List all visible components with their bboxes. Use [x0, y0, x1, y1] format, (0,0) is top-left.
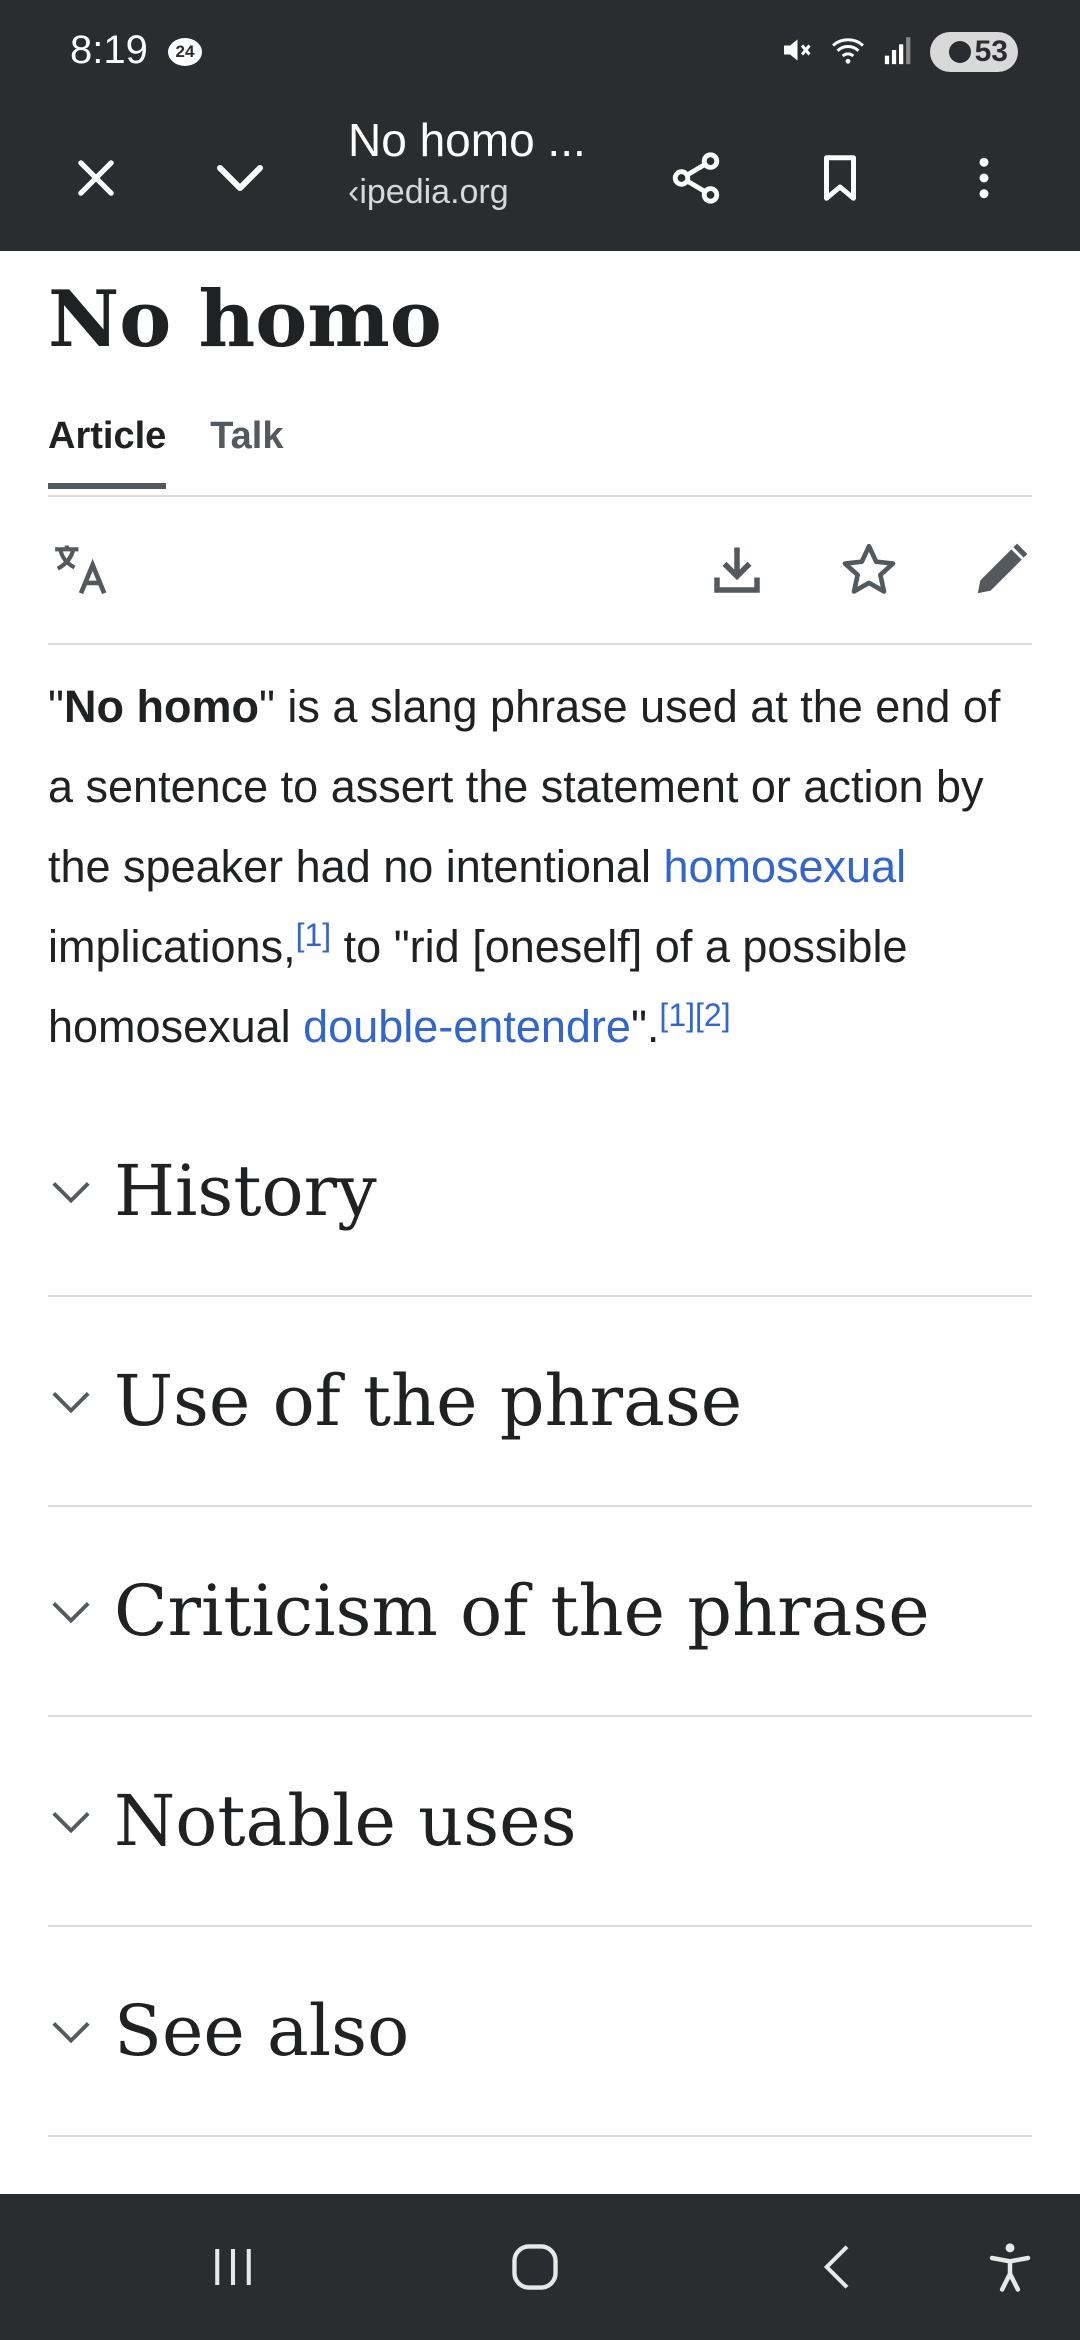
lead-text: ". [630, 1000, 660, 1052]
recent-apps-icon [215, 2249, 251, 2285]
link-double-entendre[interactable]: double-entendre [303, 1001, 631, 1052]
lead-text: " [48, 680, 64, 732]
tab-article[interactable]: Article [48, 405, 167, 489]
chevron-down-icon [48, 1788, 114, 1854]
page-tab-title: No homo ... [348, 114, 586, 166]
chevron-down-icon [48, 1578, 114, 1644]
status-bar: 8:19 24 53 [0, 0, 1080, 105]
lead-bold-term: No homo [63, 680, 259, 732]
back-button[interactable] [798, 2227, 878, 2307]
bookmark-icon [824, 155, 856, 201]
lead-text: implications, [48, 920, 296, 972]
toolbar-title-area[interactable]: No homo ... ‹ipedia.org [348, 113, 608, 212]
recent-apps-button[interactable] [193, 2227, 273, 2307]
more-options-button[interactable] [934, 128, 1034, 228]
section-heading: History [114, 1149, 377, 1232]
chevron-down-icon [217, 165, 263, 191]
battery-indicator: 53 [930, 32, 1018, 72]
system-nav-bar [0, 2194, 1080, 2340]
chevron-down-icon [48, 1998, 114, 2064]
more-vert-icon [979, 157, 989, 199]
edit-pencil-icon [977, 543, 1028, 593]
back-chevron-icon [823, 2245, 849, 2289]
article-tabs: Article Talk [48, 405, 1032, 497]
signal-icon [882, 33, 916, 72]
watch-button[interactable] [836, 537, 902, 603]
accessibility-icon [989, 2243, 1031, 2292]
bookmark-button[interactable] [790, 128, 890, 228]
section-notable-uses[interactable]: Notable uses [48, 1717, 1032, 1927]
download-icon [714, 547, 760, 593]
language-button[interactable] [48, 537, 114, 603]
star-icon [842, 543, 896, 594]
battery-level: 53 [974, 35, 1008, 68]
section-heading: Criticism of the phrase [114, 1569, 930, 1652]
section-use-of-phrase[interactable]: Use of the phrase [48, 1297, 1032, 1507]
lead-paragraph: "No homo" is a slang phrase used at the … [48, 667, 1032, 1067]
section-heading: Notable uses [114, 1779, 577, 1862]
article-content: No homo Article Talk "No homo" is a slan… [48, 251, 1032, 2137]
link-homosexual[interactable]: homosexual [663, 841, 906, 892]
home-button[interactable] [495, 2227, 575, 2307]
share-icon [672, 152, 720, 204]
reference-2[interactable]: [2] [695, 997, 731, 1033]
section-heading: See also [114, 1989, 410, 2072]
section-see-also[interactable]: See also [48, 1927, 1032, 2137]
minimize-button[interactable] [190, 128, 290, 228]
chevron-down-icon [48, 1158, 114, 1224]
section-list: History Use of the phrase Criticism of t… [48, 1087, 1032, 2137]
home-icon [512, 2244, 558, 2290]
chevron-down-icon [48, 1368, 114, 1434]
share-button[interactable] [646, 128, 746, 228]
reference-1[interactable]: [1] [296, 917, 332, 953]
accessibility-button[interactable] [970, 2227, 1050, 2307]
battery-saver-icon [948, 41, 971, 63]
close-button[interactable] [46, 128, 146, 228]
notification-badge-icon: 24 [168, 38, 202, 66]
page-actions [48, 497, 1032, 645]
wifi-icon [828, 32, 868, 73]
reference-1b[interactable]: [1] [659, 997, 695, 1033]
edit-button[interactable] [968, 537, 1034, 603]
status-time: 8:19 [70, 28, 148, 72]
tab-talk[interactable]: Talk [210, 405, 283, 483]
mute-icon [778, 32, 814, 73]
translate-icon [55, 545, 107, 594]
section-criticism[interactable]: Criticism of the phrase [48, 1507, 1032, 1717]
download-button[interactable] [704, 537, 770, 603]
close-icon [78, 160, 114, 196]
custom-tab-toolbar: No homo ... ‹ipedia.org [0, 105, 1080, 251]
page-url: ‹ipedia.org [348, 173, 509, 211]
section-history[interactable]: History [48, 1087, 1032, 1297]
page-title: No homo [48, 274, 442, 365]
status-icons: 53 [778, 28, 1018, 76]
section-heading: Use of the phrase [114, 1359, 743, 1442]
